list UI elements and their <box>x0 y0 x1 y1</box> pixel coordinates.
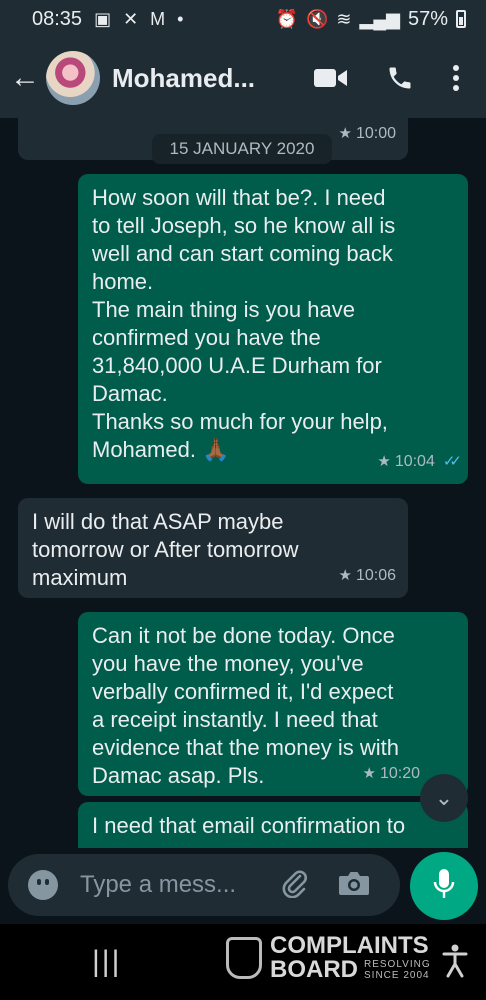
date-divider: 15 JANUARY 2020 <box>152 134 332 164</box>
mute-icon: 🔇 <box>306 9 329 29</box>
accessibility-icon[interactable] <box>442 944 468 983</box>
gmail-icon: M <box>150 9 166 29</box>
message-text: How soon will that be?. I need to tell J… <box>92 185 396 462</box>
system-nav-bar: ||| COMPLAINTS BOARD RESOLVING SINCE 200… <box>0 924 486 1000</box>
chevron-down-icon: ⌄ <box>434 785 454 810</box>
message-time: 10:00 <box>355 125 396 142</box>
camera-icon[interactable] <box>338 869 370 902</box>
message-composer: Type a mess... <box>0 848 486 924</box>
star-icon: ★ <box>377 453 391 470</box>
message-bubble-outgoing[interactable]: I need that email confirmation to <box>78 802 468 848</box>
battery-icon <box>456 10 466 28</box>
star-icon: ★ <box>338 125 352 142</box>
notification-dot-icon: • <box>177 9 184 29</box>
video-call-icon[interactable] <box>314 67 348 89</box>
star-icon: ★ <box>338 567 352 584</box>
chat-header: ← Mohamed... <box>0 38 486 118</box>
status-time: 08:35 <box>32 7 83 30</box>
voice-record-button[interactable] <box>410 852 478 920</box>
avatar[interactable] <box>46 51 100 105</box>
message-time: 10:06 <box>355 567 396 584</box>
chat-area[interactable]: ★ 10:00 15 JANUARY 2020 How soon will th… <box>0 118 486 848</box>
watermark-logo: COMPLAINTS BOARD RESOLVING SINCE 2004 <box>226 934 431 982</box>
message-input[interactable]: Type a mess... <box>80 871 260 899</box>
signal-icon: ▂▄▆ <box>359 9 400 29</box>
message-input-container[interactable]: Type a mess... <box>8 854 400 916</box>
missed-call-icon: ✕ <box>123 9 139 29</box>
message-time: 10:04 <box>394 453 435 470</box>
contact-name[interactable]: Mohamed... <box>112 63 272 94</box>
status-bar: 08:35 ▣ ✕ M • ⏰ 🔇 ≋ ▂▄▆ 57% <box>0 0 486 38</box>
recent-apps-button[interactable]: ||| <box>92 945 121 979</box>
star-icon: ★ <box>362 765 376 782</box>
message-time: 10:20 <box>379 765 420 782</box>
emoji-icon[interactable] <box>28 870 58 900</box>
gallery-icon: ▣ <box>94 9 112 29</box>
watermark-tag1: RESOLVING <box>364 959 431 970</box>
message-text: I need that email confirmation to <box>92 813 406 838</box>
message-bubble-outgoing[interactable]: Can it not be done today. Once you have … <box>78 612 468 796</box>
double-check-icon: ✓✓ <box>442 453 462 470</box>
message-bubble-outgoing[interactable]: How soon will that be?. I need to tell J… <box>78 174 468 484</box>
shield-logo-icon <box>226 937 262 979</box>
watermark-tag2: SINCE 2004 <box>364 970 430 981</box>
scroll-to-bottom-button[interactable]: ⌄ <box>420 774 468 822</box>
wifi-icon: ≋ <box>336 9 352 29</box>
battery-percent: 57% <box>407 7 448 30</box>
voice-call-icon[interactable] <box>386 64 414 92</box>
watermark-line2: BOARD <box>270 956 358 983</box>
message-bubble-incoming[interactable]: I will do that ASAP maybe tomorrow or Af… <box>18 498 408 598</box>
alarm-icon: ⏰ <box>275 9 298 29</box>
back-arrow-icon[interactable]: ← <box>10 61 44 95</box>
microphone-icon <box>433 868 455 905</box>
more-options-icon[interactable] <box>452 64 460 92</box>
attach-icon[interactable] <box>282 868 308 903</box>
watermark-line1: COMPLAINTS <box>270 932 429 959</box>
